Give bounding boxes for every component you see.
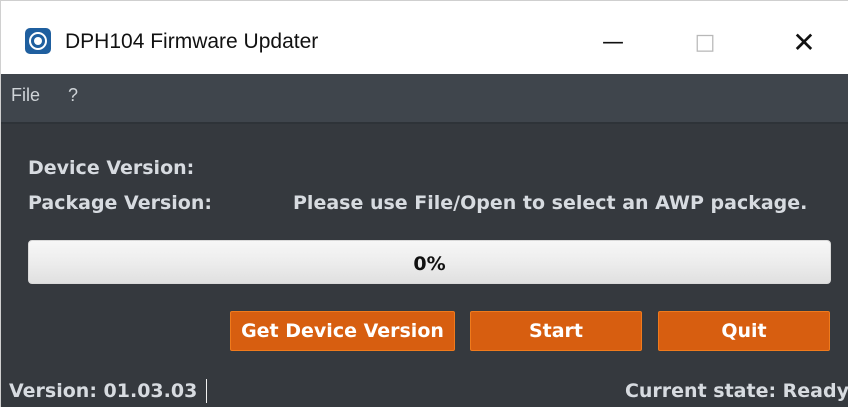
version-status: Version: 01.03.03 [9, 380, 198, 402]
help-menu[interactable]: ? [68, 85, 78, 106]
progress-bar: 0% [28, 240, 831, 284]
file-menu[interactable]: File [11, 85, 40, 106]
firmware-updater-window: DPH104 Firmware Updater — □ ✕ File ? Dev… [0, 0, 848, 407]
get-device-version-button[interactable]: Get Device Version [230, 311, 455, 351]
package-message: Please use File/Open to select an AWP pa… [293, 192, 808, 214]
progress-label: 0% [413, 253, 446, 275]
package-version-label: Package Version: [28, 192, 212, 214]
current-state-status: Current state: Ready [624, 380, 848, 402]
text-cursor [206, 379, 207, 403]
title-bar[interactable]: DPH104 Firmware Updater — □ ✕ [1, 0, 848, 74]
device-version-label: Device Version: [28, 157, 195, 179]
main-panel: Device Version: Package Version: Please … [1, 124, 848, 407]
app-icon [25, 28, 51, 54]
maximize-button[interactable]: □ [682, 22, 728, 62]
quit-button[interactable]: Quit [658, 311, 830, 351]
menu-bar: File ? [1, 74, 848, 124]
close-button[interactable]: ✕ [781, 22, 827, 62]
start-button[interactable]: Start [470, 311, 642, 351]
window-title: DPH104 Firmware Updater [65, 30, 319, 53]
minimize-button[interactable]: — [590, 22, 636, 62]
